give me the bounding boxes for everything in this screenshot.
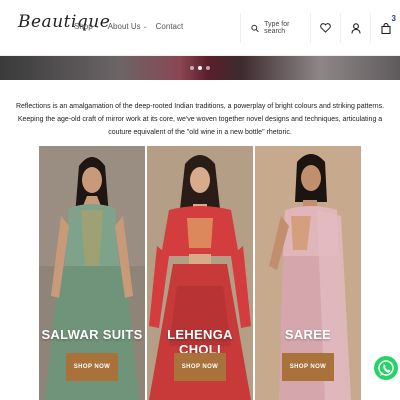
cart-count-badge: 3 <box>391 14 396 23</box>
search-input[interactable]: Type for search <box>264 21 308 35</box>
heart-icon <box>320 23 331 33</box>
category-title: SALWAR SUITS <box>41 327 143 342</box>
slider-dot[interactable] <box>190 66 194 70</box>
shop-now-button[interactable]: SHOP NOW <box>282 353 334 381</box>
shop-now-button[interactable]: SHOP NOW <box>174 353 226 381</box>
category-title: SAREE <box>284 327 332 342</box>
cart-button[interactable]: 3 <box>370 13 400 43</box>
account-button[interactable] <box>340 13 370 43</box>
nav-about-us[interactable]: About Us ⌄ <box>108 22 148 31</box>
nav-shop[interactable]: Shop ⌄ <box>74 22 100 31</box>
slider-dot-active[interactable] <box>198 66 202 70</box>
whatsapp-chat-button[interactable] <box>374 350 400 386</box>
slider-dot[interactable] <box>206 66 210 70</box>
search-icon <box>251 24 259 32</box>
search-box[interactable]: Type for search <box>240 13 308 43</box>
main-nav: Shop ⌄ About Us ⌄ Contact <box>74 22 183 31</box>
nav-shop-label: Shop <box>74 22 93 31</box>
category-card-lehenga-choli[interactable]: LEHENGA CHOLI SHOP NOW <box>147 146 253 400</box>
nav-about-label: About Us <box>107 22 141 31</box>
nav-contact-label: Contact <box>155 22 184 31</box>
wishlist-button[interactable] <box>310 13 340 43</box>
brand-intro-text: Reflections is an amalgamation of the de… <box>15 103 385 136</box>
chevron-down-icon: ⌄ <box>94 24 100 30</box>
shop-now-button[interactable]: SHOP NOW <box>66 353 118 381</box>
category-card-saree[interactable]: SAREE SHOP NOW <box>255 146 361 400</box>
user-icon <box>350 22 361 34</box>
nav-contact[interactable]: Contact <box>156 22 184 31</box>
bag-icon <box>380 22 391 34</box>
site-header: Beautique Shop ⌄ About Us ⌄ Contact Type… <box>0 0 400 56</box>
category-card-salwar-suits[interactable]: SALWAR SUITS SHOP NOW <box>39 146 145 400</box>
chevron-down-icon: ⌄ <box>142 24 148 30</box>
slider-dots <box>190 66 210 70</box>
